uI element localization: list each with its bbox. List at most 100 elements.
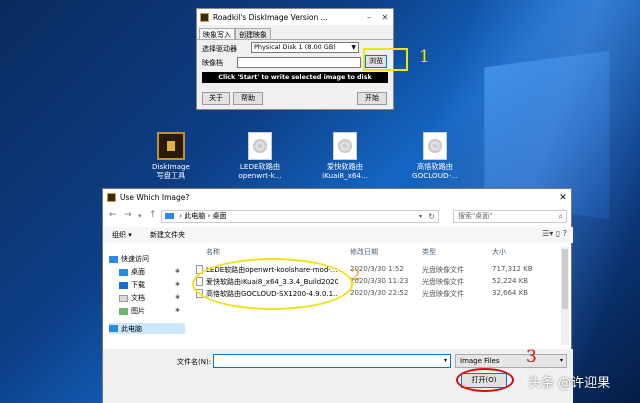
computer-icon bbox=[109, 325, 118, 332]
pin-icon: ✱ bbox=[175, 281, 181, 288]
refresh-icon[interactable]: ↻ bbox=[428, 211, 435, 222]
computer-icon bbox=[165, 213, 174, 219]
dialog-toolbar: 组织 ▾ 新建文件夹 ☰▾ ▯ ? bbox=[103, 227, 573, 243]
nav-pictures[interactable]: 图片 bbox=[119, 306, 145, 316]
diskimage-app-icon bbox=[107, 193, 116, 202]
file-type: 光盘映像文件 bbox=[422, 290, 464, 298]
nav-documents[interactable]: 文档 bbox=[119, 293, 145, 303]
open-dialog-titlebar: Use Which Image? ✕ bbox=[103, 189, 571, 206]
minimize-icon[interactable]: – bbox=[361, 13, 377, 22]
diskimage-app-icon bbox=[200, 12, 209, 22]
close-icon[interactable]: ✕ bbox=[377, 13, 393, 22]
up-arrow-icon[interactable]: ↑ bbox=[149, 210, 157, 220]
drive-select[interactable]: Physical Disk 1 (8.00 GB) ▼ bbox=[251, 42, 359, 53]
file-type: 光盘映像文件 bbox=[422, 266, 464, 274]
diskimage-titlebar: Roadkil's DiskImage Version ... – ✕ bbox=[197, 9, 393, 25]
document-icon bbox=[119, 294, 128, 302]
desktop-icon-label: LEDE软路由 openwrt-k... bbox=[238, 162, 282, 180]
desktop-icon-ikuai[interactable]: 爱快软路由 iKuai8_x64... bbox=[315, 132, 375, 180]
column-header-name[interactable]: 名称 bbox=[206, 247, 220, 257]
file-date: 2020/3/30 22:52 bbox=[350, 289, 409, 297]
desktop-icon-label: 高恪软路由 GOCLOUD-... bbox=[412, 162, 458, 180]
preview-pane-icon[interactable]: ▯ bbox=[556, 229, 560, 238]
disc-image-icon bbox=[333, 132, 357, 160]
start-button[interactable]: 开始 bbox=[357, 92, 387, 105]
back-arrow-icon[interactable]: ← bbox=[109, 210, 117, 220]
image-file-input[interactable] bbox=[237, 57, 361, 68]
desktop-icon-gocloud[interactable]: 高恪软路由 GOCLOUD-... bbox=[405, 132, 465, 180]
annotation-box-browse bbox=[363, 48, 408, 71]
pin-icon: ✱ bbox=[175, 294, 181, 301]
open-dialog-title: Use Which Image? bbox=[120, 193, 190, 202]
download-icon bbox=[119, 281, 128, 289]
recent-locations-icon[interactable]: ▾ bbox=[138, 212, 142, 220]
pin-icon: ✱ bbox=[175, 307, 181, 314]
disc-image-icon bbox=[423, 132, 447, 160]
search-placeholder: 搜索"桌面" bbox=[458, 212, 493, 220]
chevron-down-icon[interactable]: ▾ bbox=[419, 211, 422, 222]
breadcrumb-this-pc[interactable]: 此电脑 bbox=[184, 212, 205, 220]
desktop-icon-lede[interactable]: LEDE软路由 openwrt-k... bbox=[230, 132, 290, 180]
organize-menu[interactable]: 组织 ▾ bbox=[112, 230, 132, 240]
nav-this-pc[interactable]: 此电脑 bbox=[109, 323, 185, 334]
view-options-icon[interactable]: ☰▾ bbox=[542, 229, 553, 238]
search-icon: ⌕ bbox=[558, 212, 563, 221]
filename-input[interactable]: ▾ bbox=[213, 354, 451, 368]
pin-icon: ✱ bbox=[175, 268, 181, 275]
close-icon[interactable]: ✕ bbox=[555, 193, 571, 203]
help-button[interactable]: 帮助 bbox=[233, 92, 263, 105]
forward-arrow-icon[interactable]: → bbox=[124, 210, 132, 220]
search-input[interactable]: 搜索"桌面" ⌕ bbox=[453, 210, 567, 223]
watermark: 头条 @许迎果 bbox=[528, 376, 611, 391]
disc-image-icon bbox=[248, 132, 272, 160]
app-icon bbox=[157, 132, 185, 160]
drive-label: 选择驱动器 bbox=[202, 45, 237, 53]
drive-select-value: Physical Disk 1 (8.00 GB) bbox=[254, 43, 336, 51]
file-size: 717,312 KB bbox=[492, 265, 533, 273]
desktop-icon-label: DiskImage 写盘工具 bbox=[152, 162, 190, 180]
annotation-number-2: 2 bbox=[351, 266, 361, 284]
nav-downloads[interactable]: 下载 bbox=[119, 280, 145, 290]
navigation-pane: 快速访问 桌面 ✱ 下载 ✱ 文档 ✱ 图片 ✱ 此电脑 bbox=[103, 245, 188, 345]
diskimage-title: Roadkil's DiskImage Version ... bbox=[213, 12, 328, 22]
vertical-scrollbar[interactable] bbox=[561, 247, 569, 345]
desktop-icon-diskimage[interactable]: DiskImage 写盘工具 bbox=[141, 132, 201, 180]
annotation-circle-open bbox=[456, 368, 514, 392]
nav-label: 文档 bbox=[131, 294, 145, 302]
file-size: 52,224 KB bbox=[492, 277, 529, 285]
annotation-number-3: 3 bbox=[526, 347, 537, 367]
nav-label: 此电脑 bbox=[121, 324, 142, 333]
chevron-down-icon[interactable]: ▾ bbox=[444, 357, 447, 364]
file-type: 光盘映像文件 bbox=[422, 278, 464, 286]
chevron-down-icon: ▼ bbox=[351, 44, 356, 51]
pictures-icon bbox=[119, 307, 128, 315]
annotation-ellipse-files bbox=[192, 258, 353, 310]
nav-label: 图片 bbox=[131, 307, 145, 315]
column-header-date[interactable]: 修改日期 bbox=[350, 247, 378, 257]
nav-label: 快速访问 bbox=[121, 255, 149, 263]
tab-create-image[interactable]: 创建映象 bbox=[235, 28, 271, 39]
nav-quick-access[interactable]: 快速访问 bbox=[109, 254, 149, 264]
chevron-down-icon: ▾ bbox=[559, 357, 563, 364]
tab-write-image[interactable]: 映象写入 bbox=[199, 28, 235, 39]
desktop-icon bbox=[119, 268, 128, 276]
new-folder-button[interactable]: 新建文件夹 bbox=[150, 230, 185, 240]
address-bar: ← → ▾ ↑ › 此电脑 › 桌面 ▾ ↻ 搜索"桌面" ⌕ bbox=[103, 208, 573, 224]
scrollbar-thumb[interactable] bbox=[562, 249, 568, 309]
diskimage-tabs: 映象写入 创建映象 bbox=[197, 25, 393, 39]
nav-label: 下载 bbox=[131, 281, 145, 289]
star-icon bbox=[109, 255, 118, 263]
filetype-select[interactable]: Image Files ▾ bbox=[455, 354, 567, 368]
column-header-type[interactable]: 类型 bbox=[422, 247, 436, 257]
column-header-size[interactable]: 大小 bbox=[492, 247, 506, 257]
filetype-value: Image Files bbox=[460, 357, 500, 365]
desktop-icon-label: 爱快软路由 iKuai8_x64... bbox=[322, 162, 368, 180]
breadcrumb[interactable]: › 此电脑 › 桌面 ▾ ↻ bbox=[161, 210, 439, 223]
nav-desktop[interactable]: 桌面 bbox=[119, 267, 145, 277]
about-button[interactable]: 关于 bbox=[202, 92, 230, 105]
status-bar: Click 'Start' to write selected image to… bbox=[202, 72, 388, 83]
breadcrumb-desktop[interactable]: 桌面 bbox=[213, 212, 227, 220]
help-icon[interactable]: ? bbox=[563, 229, 567, 238]
file-size: 32,664 KB bbox=[492, 289, 529, 297]
filename-label: 文件名(N): bbox=[177, 358, 212, 366]
